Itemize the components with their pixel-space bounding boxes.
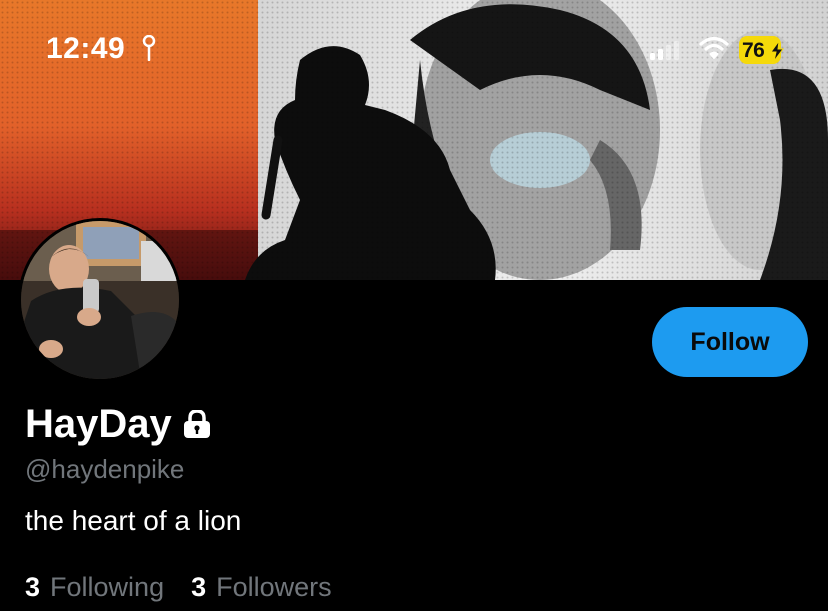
profile-avatar[interactable] xyxy=(18,218,182,382)
battery-percent: 76 xyxy=(742,39,765,62)
followers-stat[interactable]: 3 Followers xyxy=(191,572,332,603)
lock-icon xyxy=(181,409,213,443)
location-icon xyxy=(142,34,156,66)
followers-count: 3 xyxy=(191,572,207,602)
charging-bolt-icon xyxy=(770,40,784,66)
following-count: 3 xyxy=(25,572,41,602)
profile-bio: the heart of a lion xyxy=(25,505,242,536)
following-stat[interactable]: 3 Following xyxy=(25,572,164,603)
following-label: Following xyxy=(50,572,165,602)
status-bar: 12:49 76 xyxy=(0,0,828,90)
battery-icon: 76 xyxy=(739,36,786,64)
wifi-icon xyxy=(699,36,729,65)
display-name-row: HayDay xyxy=(25,402,213,447)
followers-label: Followers xyxy=(216,572,332,602)
status-time: 12:49 xyxy=(46,32,126,65)
profile-handle: @haydenpike xyxy=(25,454,185,484)
avatar-image xyxy=(21,221,179,379)
profile-stats: 3 Following 3 Followers xyxy=(25,572,332,603)
signal-icon xyxy=(650,40,682,65)
follow-button[interactable]: Follow xyxy=(652,307,808,377)
display-name: HayDay xyxy=(25,402,172,446)
